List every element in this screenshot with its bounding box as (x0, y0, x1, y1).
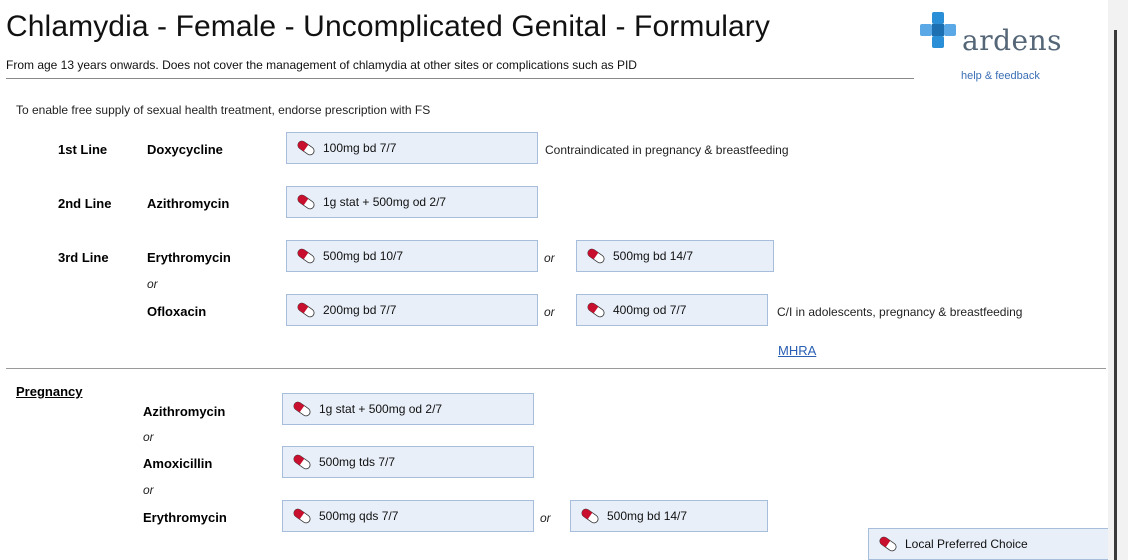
pill-icon (879, 536, 897, 552)
help-feedback-link[interactable]: help & feedback (961, 70, 1040, 82)
or-separator: or (147, 277, 158, 291)
pill-icon (587, 302, 605, 318)
page-subtitle: From age 13 years onwards. Does not cove… (6, 58, 637, 72)
dose-text: 100mg bd 7/7 (323, 141, 397, 155)
or-separator: or (143, 430, 154, 444)
brand-logo: ardens (962, 24, 1062, 57)
dose-button-pregnancy-erythromycin-qds[interactable]: 500mg qds 7/7 (282, 500, 534, 532)
pregnancy-drug-azithromycin: Azithromycin (143, 404, 226, 419)
legend-local-preferred: Local Preferred Choice (868, 528, 1108, 560)
dose-button-ofloxacin-200mg[interactable]: 200mg bd 7/7 (286, 294, 538, 326)
ofloxacin-info: C/I in adolescents, pregnancy & breastfe… (777, 305, 1023, 319)
dose-text: 1g stat + 500mg od 2/7 (319, 402, 443, 416)
third-line-drug-ofloxacin: Ofloxacin (147, 304, 207, 319)
legend-label: Local Preferred Choice (905, 537, 1028, 551)
pregnancy-drug-amoxicillin: Amoxicillin (143, 456, 213, 471)
dose-button-pregnancy-amoxicillin[interactable]: 500mg tds 7/7 (282, 446, 534, 478)
pill-icon (587, 248, 605, 264)
third-line-label: 3rd Line (58, 250, 109, 265)
pill-icon (581, 508, 599, 524)
pill-icon (293, 401, 311, 417)
first-line-info: Contraindicated in pregnancy & breastfee… (545, 143, 789, 157)
pill-icon (297, 248, 315, 264)
dose-text: 200mg bd 7/7 (323, 303, 397, 317)
dose-button-ofloxacin-400mg[interactable]: 400mg od 7/7 (576, 294, 768, 326)
section-divider (6, 368, 1106, 369)
fs-note: To enable free supply of sexual health t… (16, 103, 431, 117)
or-separator: or (544, 251, 555, 265)
pill-icon (297, 140, 315, 156)
dose-button-pregnancy-erythromycin-bd[interactable]: 500mg bd 14/7 (570, 500, 768, 532)
second-line-label: 2nd Line (58, 196, 112, 211)
or-separator: or (143, 483, 154, 497)
title-divider (6, 78, 914, 79)
dose-text: 500mg bd 10/7 (323, 249, 404, 263)
scrollbar-thumb[interactable] (1114, 30, 1117, 560)
pill-icon (293, 508, 311, 524)
third-line-drug-erythromycin: Erythromycin (147, 250, 231, 265)
dose-button-azithromycin-1g[interactable]: 1g stat + 500mg od 2/7 (286, 186, 538, 218)
vertical-scrollbar[interactable] (1108, 0, 1128, 560)
mhra-link[interactable]: MHRA (778, 343, 816, 358)
page-title: Chlamydia - Female - Uncomplicated Genit… (6, 10, 770, 43)
or-separator: or (540, 511, 551, 525)
pill-icon (297, 302, 315, 318)
first-line-label: 1st Line (58, 142, 108, 157)
dose-text: 500mg tds 7/7 (319, 455, 396, 469)
dose-text: 500mg qds 7/7 (319, 509, 399, 523)
pregnancy-heading: Pregnancy (16, 384, 83, 399)
second-line-drug: Azithromycin (147, 196, 230, 211)
dose-text: 500mg bd 14/7 (613, 249, 694, 263)
dose-button-pregnancy-azithromycin[interactable]: 1g stat + 500mg od 2/7 (282, 393, 534, 425)
dose-button-erythromycin-10-7[interactable]: 500mg bd 10/7 (286, 240, 538, 272)
dose-text: 400mg od 7/7 (613, 303, 687, 317)
dose-button-doxycycline-100mg[interactable]: 100mg bd 7/7 (286, 132, 538, 164)
pill-icon (293, 454, 311, 470)
dose-text: 1g stat + 500mg od 2/7 (323, 195, 447, 209)
pill-icon (297, 194, 315, 210)
dose-text: 500mg bd 14/7 (607, 509, 688, 523)
medical-cross-icon (920, 12, 956, 48)
or-separator: or (544, 305, 555, 319)
pregnancy-drug-erythromycin: Erythromycin (143, 510, 227, 525)
dose-button-erythromycin-14-7[interactable]: 500mg bd 14/7 (576, 240, 774, 272)
first-line-drug: Doxycycline (147, 142, 223, 157)
